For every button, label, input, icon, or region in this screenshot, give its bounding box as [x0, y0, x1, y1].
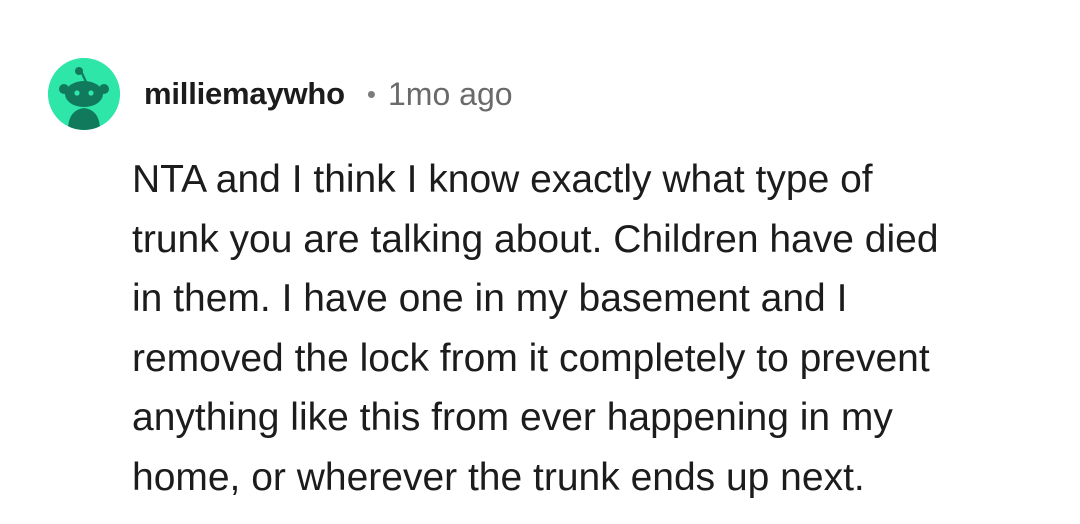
reddit-snoo-avatar-icon — [48, 58, 120, 130]
avatar[interactable] — [48, 58, 120, 130]
comment-body-line: home, or wherever the trunk ends up next… — [132, 455, 865, 499]
comment-card: milliemaywho • 1mo ago NTA and I think I… — [0, 0, 1080, 524]
comment-body-line: anything like this from ever happening i… — [132, 396, 893, 439]
comment-body-line: in them. I have one in my basement and I — [132, 277, 848, 320]
comment-body-line: NTA and I think I know exactly what type… — [132, 158, 873, 201]
comment-body-line: trunk you are talking about. Children ha… — [132, 217, 939, 261]
username-link[interactable]: milliemaywho — [144, 76, 345, 112]
timestamp: 1mo ago — [388, 75, 513, 112]
comment-header: milliemaywho • 1mo ago — [144, 72, 513, 116]
comment-body: NTA and I think I know exactly what type… — [132, 150, 1032, 507]
separator-dot: • — [366, 78, 376, 109]
comment-body-line: removed the lock from it completely to p… — [132, 336, 930, 380]
